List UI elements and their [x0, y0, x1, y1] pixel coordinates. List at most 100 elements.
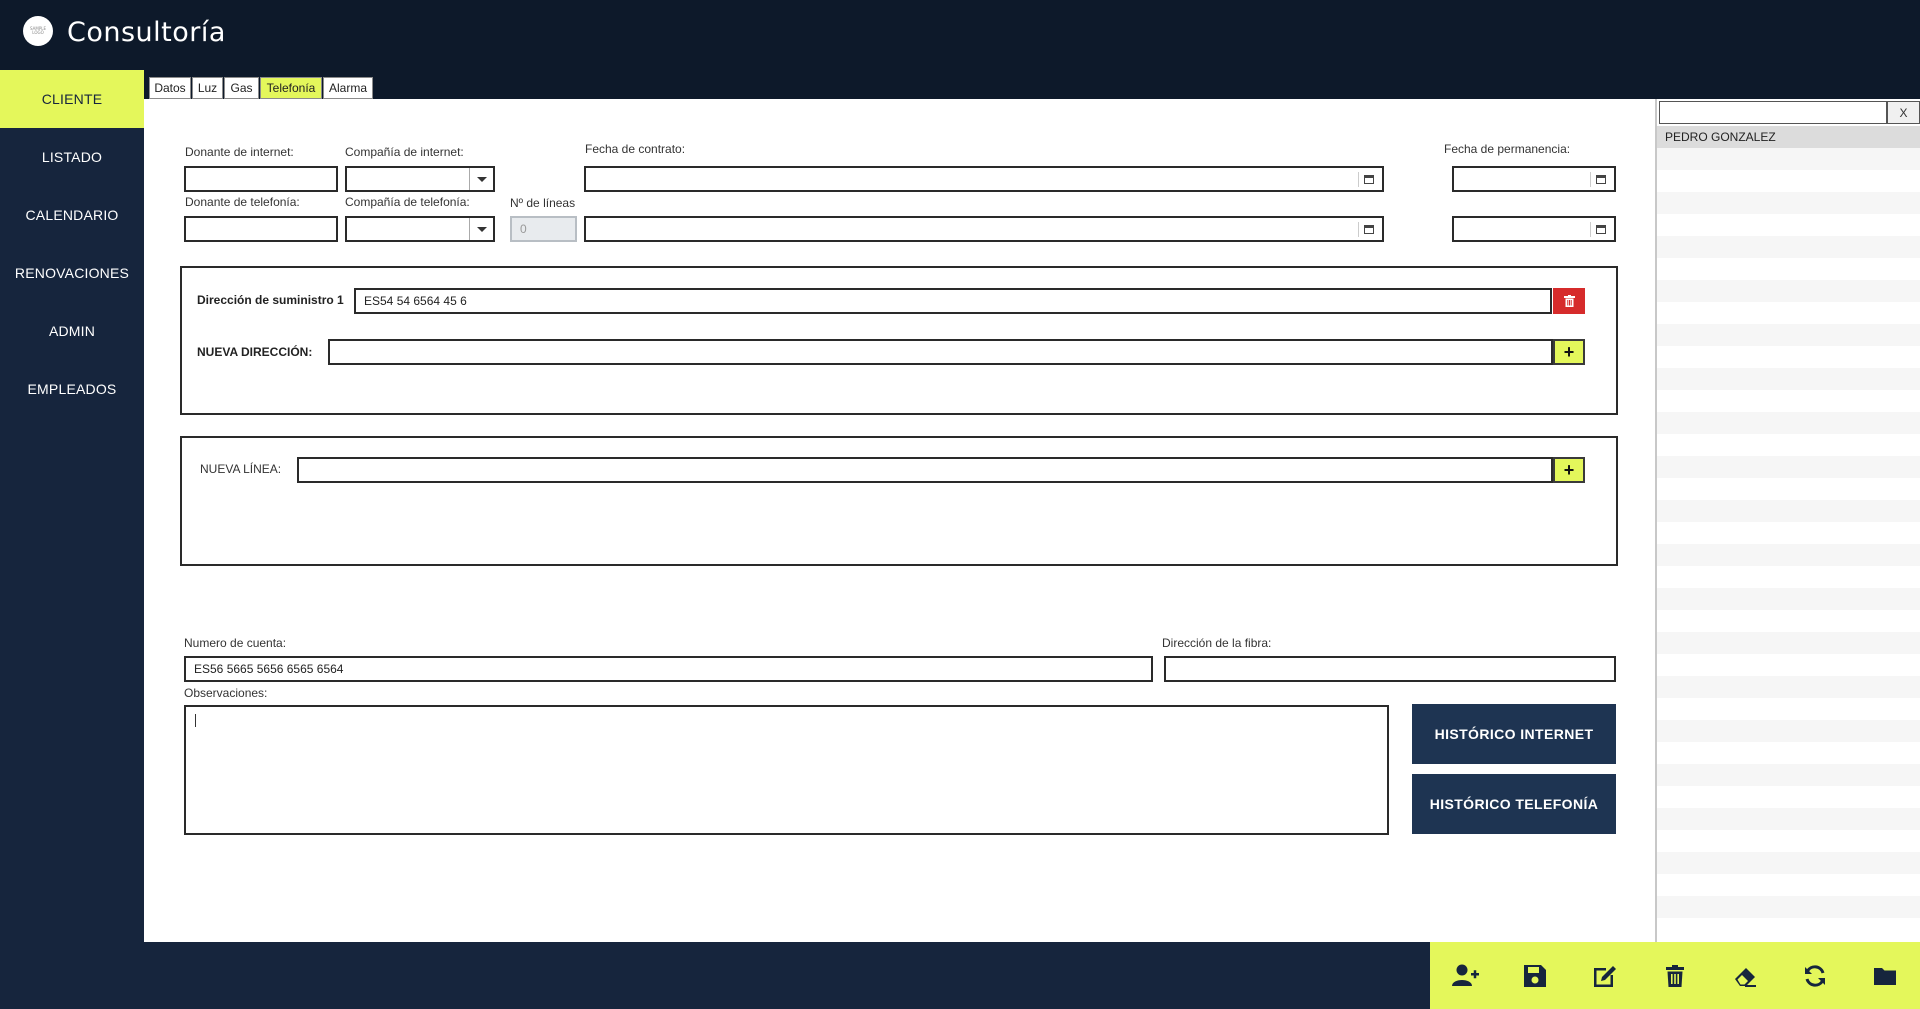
client-list-empty-row — [1657, 456, 1920, 478]
observaciones-textarea[interactable] — [184, 705, 1389, 835]
num-lineas-label: Nº de líneas — [510, 196, 576, 210]
company-logo: SAMPLE LOGO — [23, 16, 53, 46]
chevron-down-icon — [469, 168, 493, 190]
num-lineas-input: 0 — [510, 216, 577, 242]
edit-icon — [1594, 965, 1616, 987]
calendar-icon[interactable] — [1590, 172, 1610, 187]
client-list-empty-row — [1657, 302, 1920, 324]
client-list-empty-row — [1657, 236, 1920, 258]
client-list-empty-row — [1657, 896, 1920, 918]
client-list-empty-row — [1657, 434, 1920, 456]
add-line-button[interactable]: + — [1553, 457, 1585, 483]
tab-datos[interactable]: Datos — [149, 77, 191, 99]
client-list-empty-row — [1657, 214, 1920, 236]
client-list-empty-row — [1657, 478, 1920, 500]
client-list-empty-row — [1657, 764, 1920, 786]
fecha-contrato-telefonia-input[interactable] — [584, 216, 1384, 242]
numero-cuenta-label: Numero de cuenta: — [184, 636, 287, 650]
observaciones-label: Observaciones: — [184, 686, 268, 700]
compania-internet-select[interactable] — [345, 166, 495, 192]
text-cursor — [195, 714, 196, 727]
client-search-input[interactable] — [1659, 101, 1887, 124]
client-list-panel: X PEDRO GONZALEZ — [1655, 99, 1920, 942]
sidebar-item-calendario[interactable]: CALENDARIO — [0, 186, 144, 244]
client-list-empty-row — [1657, 412, 1920, 434]
nueva-linea-input[interactable] — [297, 457, 1553, 483]
fecha-permanencia-internet-input[interactable] — [1452, 166, 1616, 192]
direccion-fibra-input[interactable] — [1164, 656, 1616, 682]
client-list-empty-row — [1657, 148, 1920, 170]
add-address-button[interactable]: + — [1553, 339, 1585, 365]
compania-telefonia-label: Compañía de telefonía: — [345, 195, 470, 209]
form-panel: Donante de internet: Compañía de interne… — [144, 99, 1655, 942]
tab-gas[interactable]: Gas — [224, 77, 259, 99]
save-button[interactable] — [1500, 942, 1570, 1009]
open-folder-button[interactable] — [1850, 942, 1920, 1009]
client-list-empty-row — [1657, 720, 1920, 742]
direccion-suministro-label: Dirección de suministro 1 — [197, 293, 344, 307]
client-list-empty-row — [1657, 654, 1920, 676]
historico-internet-button[interactable]: HISTÓRICO INTERNET — [1412, 704, 1616, 764]
sidebar-item-listado[interactable]: LISTADO — [0, 128, 144, 186]
client-list-empty-row — [1657, 346, 1920, 368]
client-list-empty-row — [1657, 808, 1920, 830]
compania-telefonia-select[interactable] — [345, 216, 495, 242]
add-client-button[interactable] — [1430, 942, 1500, 1009]
add-user-icon — [1452, 964, 1479, 986]
direccion-fibra-label: Dirección de la fibra: — [1162, 636, 1272, 650]
client-list-empty-row — [1657, 544, 1920, 566]
sidebar-item-cliente[interactable]: CLIENTE — [0, 70, 144, 128]
client-list-item[interactable]: PEDRO GONZALEZ — [1657, 126, 1920, 148]
client-list-empty-row — [1657, 390, 1920, 412]
client-list-empty-row — [1657, 280, 1920, 302]
nueva-linea-label: NUEVA LÍNEA: — [200, 462, 282, 476]
calendar-icon[interactable] — [1358, 172, 1378, 187]
plus-icon: + — [1563, 460, 1575, 480]
donante-internet-input[interactable] — [184, 166, 338, 192]
client-list-empty-row — [1657, 676, 1920, 698]
direccion-suministro-input[interactable]: ES54 54 6564 45 6 — [354, 288, 1552, 314]
client-list-empty-row — [1657, 566, 1920, 588]
trash-icon — [1563, 295, 1575, 307]
historico-telefonia-button[interactable]: HISTÓRICO TELEFONÍA — [1412, 774, 1616, 834]
client-list-empty-row — [1657, 786, 1920, 808]
fecha-contrato-internet-input[interactable] — [584, 166, 1384, 192]
clear-search-button[interactable]: X — [1887, 101, 1920, 124]
lines-section — [180, 436, 1618, 566]
refresh-icon — [1805, 964, 1825, 987]
fecha-permanencia-label: Fecha de permanencia: — [1444, 142, 1571, 156]
save-icon — [1524, 964, 1546, 987]
client-list-empty-row — [1657, 830, 1920, 852]
refresh-button[interactable] — [1780, 942, 1850, 1009]
donante-telefonia-input[interactable] — [184, 216, 338, 242]
client-list-empty-row — [1657, 500, 1920, 522]
client-list-empty-row — [1657, 918, 1920, 940]
delete-address-button[interactable] — [1553, 288, 1585, 314]
delete-button[interactable] — [1640, 942, 1710, 1009]
client-list-empty-row — [1657, 610, 1920, 632]
numero-cuenta-input[interactable]: ES56 5665 5656 6565 6564 — [184, 656, 1153, 682]
sidebar-item-empleados[interactable]: EMPLEADOS — [0, 360, 144, 418]
client-list-empty-row — [1657, 522, 1920, 544]
fecha-permanencia-telefonia-input[interactable] — [1452, 216, 1616, 242]
clear-form-button[interactable] — [1710, 942, 1780, 1009]
edit-button[interactable] — [1570, 942, 1640, 1009]
tab-luz[interactable]: Luz — [192, 77, 223, 99]
calendar-icon[interactable] — [1590, 222, 1610, 237]
nueva-direccion-input[interactable] — [328, 339, 1553, 365]
sidebar-item-admin[interactable]: ADMIN — [0, 302, 144, 360]
chevron-down-icon — [469, 218, 493, 240]
compania-internet-label: Compañía de internet: — [345, 145, 464, 159]
client-list-empty-row — [1657, 588, 1920, 610]
tab-alarma[interactable]: Alarma — [323, 77, 373, 99]
client-list-empty-row — [1657, 192, 1920, 214]
client-list-empty-row — [1657, 170, 1920, 192]
sidebar-item-renovaciones[interactable]: RENOVACIONES — [0, 244, 144, 302]
tab-telefonia[interactable]: Telefonía — [260, 77, 322, 99]
client-list-empty-row — [1657, 698, 1920, 720]
client-list-empty-row — [1657, 324, 1920, 346]
client-list-empty-row — [1657, 632, 1920, 654]
client-list-empty-row — [1657, 368, 1920, 390]
calendar-icon[interactable] — [1358, 222, 1378, 237]
client-list-empty-row — [1657, 874, 1920, 896]
